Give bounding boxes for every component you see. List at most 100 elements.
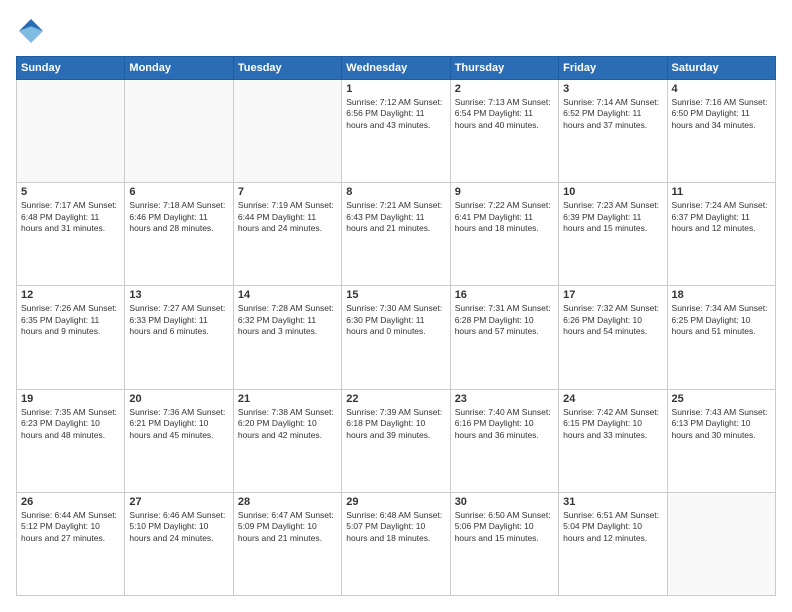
day-info: Sunrise: 7:19 AM Sunset: 6:44 PM Dayligh… (238, 200, 337, 234)
calendar-cell: 7 Sunrise: 7:19 AM Sunset: 6:44 PM Daylig… (233, 183, 341, 286)
weekday-header-tuesday: Tuesday (233, 57, 341, 80)
logo (16, 16, 50, 46)
day-number: 15 (346, 289, 445, 301)
day-info: Sunrise: 7:24 AM Sunset: 6:37 PM Dayligh… (672, 200, 771, 234)
day-info: Sunrise: 7:23 AM Sunset: 6:39 PM Dayligh… (563, 200, 662, 234)
day-number: 3 (563, 83, 662, 95)
day-number: 14 (238, 289, 337, 301)
day-info: Sunrise: 7:38 AM Sunset: 6:20 PM Dayligh… (238, 407, 337, 441)
day-number: 16 (455, 289, 554, 301)
calendar-table: SundayMondayTuesdayWednesdayThursdayFrid… (16, 56, 776, 596)
day-info: Sunrise: 7:36 AM Sunset: 6:21 PM Dayligh… (129, 407, 228, 441)
day-info: Sunrise: 7:26 AM Sunset: 6:35 PM Dayligh… (21, 303, 120, 337)
calendar-cell: 2 Sunrise: 7:13 AM Sunset: 6:54 PM Daylig… (450, 80, 558, 183)
calendar-cell (125, 80, 233, 183)
weekday-header-monday: Monday (125, 57, 233, 80)
calendar-cell: 17 Sunrise: 7:32 AM Sunset: 6:26 PM Dayli… (559, 286, 667, 389)
day-number: 19 (21, 393, 120, 405)
calendar-cell: 3 Sunrise: 7:14 AM Sunset: 6:52 PM Daylig… (559, 80, 667, 183)
day-info: Sunrise: 6:46 AM Sunset: 5:10 PM Dayligh… (129, 510, 228, 544)
day-info: Sunrise: 6:47 AM Sunset: 5:09 PM Dayligh… (238, 510, 337, 544)
logo-icon (16, 16, 46, 46)
day-number: 17 (563, 289, 662, 301)
calendar-cell: 9Sunrise: 7:22 AM Sunset: 6:41 PM Daylig… (450, 183, 558, 286)
weekday-header-thursday: Thursday (450, 57, 558, 80)
calendar-cell: 26 Sunrise: 6:44 AM Sunset: 5:12 PM Dayli… (17, 492, 125, 595)
calendar-cell: 22 Sunrise: 7:39 AM Sunset: 6:18 PM Dayli… (342, 389, 450, 492)
day-number: 27 (129, 496, 228, 508)
weekday-header-wednesday: Wednesday (342, 57, 450, 80)
day-number: 20 (129, 393, 228, 405)
day-info: Sunrise: 7:34 AM Sunset: 6:25 PM Dayligh… (672, 303, 771, 337)
day-number: 29 (346, 496, 445, 508)
calendar-cell: 31 Sunrise: 6:51 AM Sunset: 5:04 PM Dayli… (559, 492, 667, 595)
day-number: 5 (21, 186, 120, 198)
calendar-cell: 5 Sunrise: 7:17 AM Sunset: 6:48 PM Daylig… (17, 183, 125, 286)
day-number: 23 (455, 393, 554, 405)
day-info: Sunrise: 7:32 AM Sunset: 6:26 PM Dayligh… (563, 303, 662, 337)
day-info: Sunrise: 7:30 AM Sunset: 6:30 PM Dayligh… (346, 303, 445, 337)
day-info: Sunrise: 7:12 AM Sunset: 6:56 PM Dayligh… (346, 97, 445, 131)
calendar-cell: 11 Sunrise: 7:24 AM Sunset: 6:37 PM Dayli… (667, 183, 775, 286)
day-info: Sunrise: 7:35 AM Sunset: 6:23 PM Dayligh… (21, 407, 120, 441)
calendar-cell: 19 Sunrise: 7:35 AM Sunset: 6:23 PM Dayli… (17, 389, 125, 492)
day-number: 10 (563, 186, 662, 198)
calendar-cell: 29 Sunrise: 6:48 AM Sunset: 5:07 PM Dayli… (342, 492, 450, 595)
day-number: 2 (455, 83, 554, 95)
day-info: Sunrise: 7:28 AM Sunset: 6:32 PM Dayligh… (238, 303, 337, 337)
day-number: 31 (563, 496, 662, 508)
weekday-header-row: SundayMondayTuesdayWednesdayThursdayFrid… (17, 57, 776, 80)
day-number: 7 (238, 186, 337, 198)
calendar-cell: 28 Sunrise: 6:47 AM Sunset: 5:09 PM Dayli… (233, 492, 341, 595)
calendar-cell: 15 Sunrise: 7:30 AM Sunset: 6:30 PM Dayli… (342, 286, 450, 389)
day-info: Sunrise: 7:13 AM Sunset: 6:54 PM Dayligh… (455, 97, 554, 131)
calendar-cell: 10 Sunrise: 7:23 AM Sunset: 6:39 PM Dayli… (559, 183, 667, 286)
day-info: Sunrise: 6:44 AM Sunset: 5:12 PM Dayligh… (21, 510, 120, 544)
day-number: 6 (129, 186, 228, 198)
weekday-header-sunday: Sunday (17, 57, 125, 80)
day-info: Sunrise: 7:39 AM Sunset: 6:18 PM Dayligh… (346, 407, 445, 441)
day-number: 25 (672, 393, 771, 405)
day-number: 1 (346, 83, 445, 95)
day-number: 8 (346, 186, 445, 198)
calendar-week-5: 26 Sunrise: 6:44 AM Sunset: 5:12 PM Dayli… (17, 492, 776, 595)
day-number: 26 (21, 496, 120, 508)
page: SundayMondayTuesdayWednesdayThursdayFrid… (0, 0, 792, 612)
calendar-week-4: 19 Sunrise: 7:35 AM Sunset: 6:23 PM Dayli… (17, 389, 776, 492)
day-number: 21 (238, 393, 337, 405)
calendar-cell: 23 Sunrise: 7:40 AM Sunset: 6:16 PM Dayli… (450, 389, 558, 492)
day-info: Sunrise: 6:51 AM Sunset: 5:04 PM Dayligh… (563, 510, 662, 544)
day-number: 28 (238, 496, 337, 508)
day-info: Sunrise: 7:22 AM Sunset: 6:41 PM Dayligh… (455, 200, 554, 234)
day-info: Sunrise: 7:40 AM Sunset: 6:16 PM Dayligh… (455, 407, 554, 441)
day-number: 24 (563, 393, 662, 405)
calendar-cell (233, 80, 341, 183)
calendar-week-1: 1 Sunrise: 7:12 AM Sunset: 6:56 PM Daylig… (17, 80, 776, 183)
day-info: Sunrise: 7:21 AM Sunset: 6:43 PM Dayligh… (346, 200, 445, 234)
calendar-cell: 1 Sunrise: 7:12 AM Sunset: 6:56 PM Daylig… (342, 80, 450, 183)
day-info: Sunrise: 7:17 AM Sunset: 6:48 PM Dayligh… (21, 200, 120, 234)
day-number: 30 (455, 496, 554, 508)
day-number: 22 (346, 393, 445, 405)
calendar-cell: 25 Sunrise: 7:43 AM Sunset: 6:13 PM Dayli… (667, 389, 775, 492)
day-info: Sunrise: 6:48 AM Sunset: 5:07 PM Dayligh… (346, 510, 445, 544)
day-info: Sunrise: 7:43 AM Sunset: 6:13 PM Dayligh… (672, 407, 771, 441)
calendar-cell: 6 Sunrise: 7:18 AM Sunset: 6:46 PM Daylig… (125, 183, 233, 286)
calendar-cell: 30Sunrise: 6:50 AM Sunset: 5:06 PM Dayli… (450, 492, 558, 595)
day-number: 12 (21, 289, 120, 301)
calendar-cell: 24 Sunrise: 7:42 AM Sunset: 6:15 PM Dayli… (559, 389, 667, 492)
calendar-cell: 4Sunrise: 7:16 AM Sunset: 6:50 PM Daylig… (667, 80, 775, 183)
calendar-cell: 8 Sunrise: 7:21 AM Sunset: 6:43 PM Daylig… (342, 183, 450, 286)
calendar-cell: 18 Sunrise: 7:34 AM Sunset: 6:25 PM Dayli… (667, 286, 775, 389)
day-info: Sunrise: 7:14 AM Sunset: 6:52 PM Dayligh… (563, 97, 662, 131)
calendar-cell: 21 Sunrise: 7:38 AM Sunset: 6:20 PM Dayli… (233, 389, 341, 492)
day-info: Sunrise: 7:42 AM Sunset: 6:15 PM Dayligh… (563, 407, 662, 441)
weekday-header-saturday: Saturday (667, 57, 775, 80)
day-number: 18 (672, 289, 771, 301)
calendar-cell: 16Sunrise: 7:31 AM Sunset: 6:28 PM Dayli… (450, 286, 558, 389)
day-info: Sunrise: 7:18 AM Sunset: 6:46 PM Dayligh… (129, 200, 228, 234)
day-number: 11 (672, 186, 771, 198)
header (16, 16, 776, 46)
calendar-week-2: 5 Sunrise: 7:17 AM Sunset: 6:48 PM Daylig… (17, 183, 776, 286)
calendar-cell: 14 Sunrise: 7:28 AM Sunset: 6:32 PM Dayli… (233, 286, 341, 389)
